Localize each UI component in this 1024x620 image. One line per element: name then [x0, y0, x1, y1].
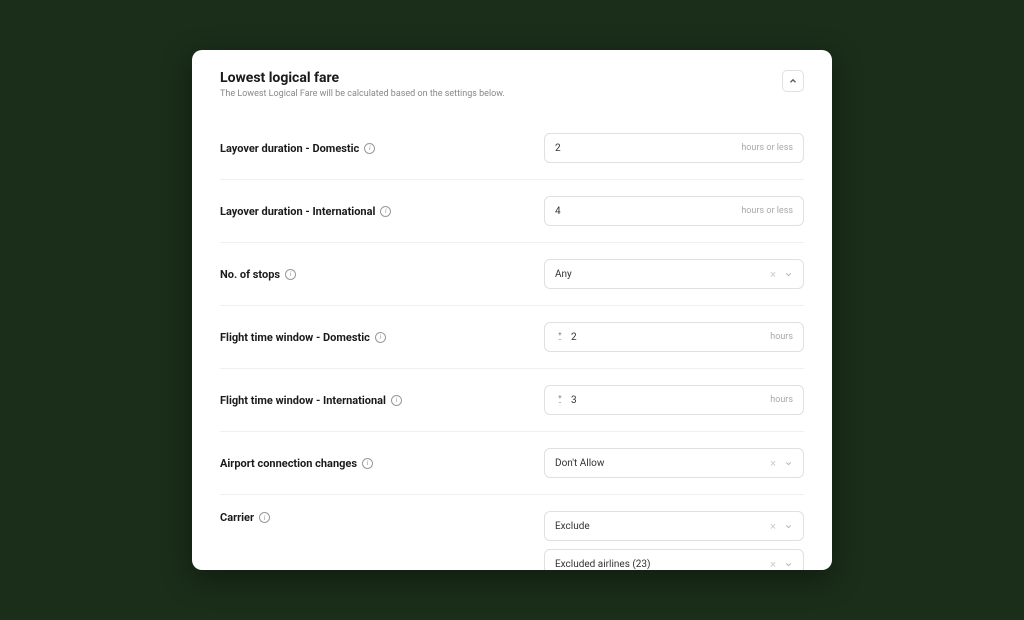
- info-icon[interactable]: i: [259, 512, 270, 523]
- row-flight-window-domestic: Flight time window - Domestic i + − 2 ho…: [220, 306, 804, 369]
- chevron-down-icon: [784, 270, 793, 279]
- clear-icon[interactable]: ×: [770, 457, 776, 470]
- label-text: Flight time window - Domestic: [220, 331, 370, 344]
- panel-header: Lowest logical fare The Lowest Logical F…: [220, 70, 804, 99]
- select-value: Excluded airlines (23): [555, 559, 770, 570]
- panel-title: Lowest logical fare: [220, 70, 505, 86]
- select-carrier-mode[interactable]: Exclude ×: [544, 511, 804, 541]
- label-layover-domestic: Layover duration - Domestic i: [220, 142, 375, 155]
- row-layover-domestic: Layover duration - Domestic i 2 hours or…: [220, 117, 804, 180]
- plusminus-icon: + −: [555, 395, 565, 406]
- info-icon[interactable]: i: [362, 458, 373, 469]
- chevron-down-icon: [784, 522, 793, 531]
- label-flight-window-domestic: Flight time window - Domestic i: [220, 331, 386, 344]
- label-text: Airport connection changes: [220, 457, 357, 470]
- chevron-down-icon: [784, 560, 793, 569]
- select-value: Exclude: [555, 521, 770, 532]
- input-layover-international[interactable]: 4 hours or less: [544, 196, 804, 226]
- label-carrier: Carrier i: [220, 511, 270, 524]
- select-value: Don't Allow: [555, 458, 770, 469]
- label-text: Layover duration - Domestic: [220, 142, 359, 155]
- row-flight-window-international: Flight time window - International i + −…: [220, 369, 804, 432]
- input-suffix: hours or less: [741, 143, 793, 153]
- info-icon[interactable]: i: [285, 269, 296, 280]
- clear-icon[interactable]: ×: [770, 520, 776, 533]
- input-value: 4: [555, 206, 741, 217]
- info-icon[interactable]: i: [380, 206, 391, 217]
- input-value: 2: [571, 332, 770, 343]
- row-carrier: Carrier i Exclude × Excluded airlines (2…: [220, 495, 804, 570]
- label-stops: No. of stops i: [220, 268, 296, 281]
- clear-icon[interactable]: ×: [770, 268, 776, 281]
- chevron-up-icon: [788, 76, 798, 86]
- label-text: Layover duration - International: [220, 205, 375, 218]
- select-stops[interactable]: Any ×: [544, 259, 804, 289]
- select-value: Any: [555, 269, 770, 280]
- select-excluded-airlines[interactable]: Excluded airlines (23) ×: [544, 549, 804, 570]
- row-stops: No. of stops i Any ×: [220, 243, 804, 306]
- info-icon[interactable]: i: [391, 395, 402, 406]
- label-flight-window-international: Flight time window - International i: [220, 394, 402, 407]
- label-text: No. of stops: [220, 268, 280, 281]
- plusminus-icon: + −: [555, 332, 565, 343]
- input-suffix: hours: [770, 395, 793, 405]
- label-layover-international: Layover duration - International i: [220, 205, 391, 218]
- info-icon[interactable]: i: [364, 143, 375, 154]
- collapse-button[interactable]: [782, 70, 804, 92]
- input-suffix: hours or less: [741, 206, 793, 216]
- row-airport-connection: Airport connection changes i Don't Allow…: [220, 432, 804, 495]
- info-icon[interactable]: i: [375, 332, 386, 343]
- input-value: 2: [555, 143, 741, 154]
- lowest-logical-fare-panel: Lowest logical fare The Lowest Logical F…: [192, 50, 832, 570]
- chevron-down-icon: [784, 459, 793, 468]
- select-airport-connection[interactable]: Don't Allow ×: [544, 448, 804, 478]
- label-airport-connection: Airport connection changes i: [220, 457, 373, 470]
- input-flight-window-domestic[interactable]: + − 2 hours: [544, 322, 804, 352]
- label-text: Carrier: [220, 511, 254, 524]
- input-value: 3: [571, 395, 770, 406]
- input-layover-domestic[interactable]: 2 hours or less: [544, 133, 804, 163]
- label-text: Flight time window - International: [220, 394, 386, 407]
- row-layover-international: Layover duration - International i 4 hou…: [220, 180, 804, 243]
- clear-icon[interactable]: ×: [770, 558, 776, 571]
- input-suffix: hours: [770, 332, 793, 342]
- input-flight-window-international[interactable]: + − 3 hours: [544, 385, 804, 415]
- panel-subtitle: The Lowest Logical Fare will be calculat…: [220, 89, 505, 99]
